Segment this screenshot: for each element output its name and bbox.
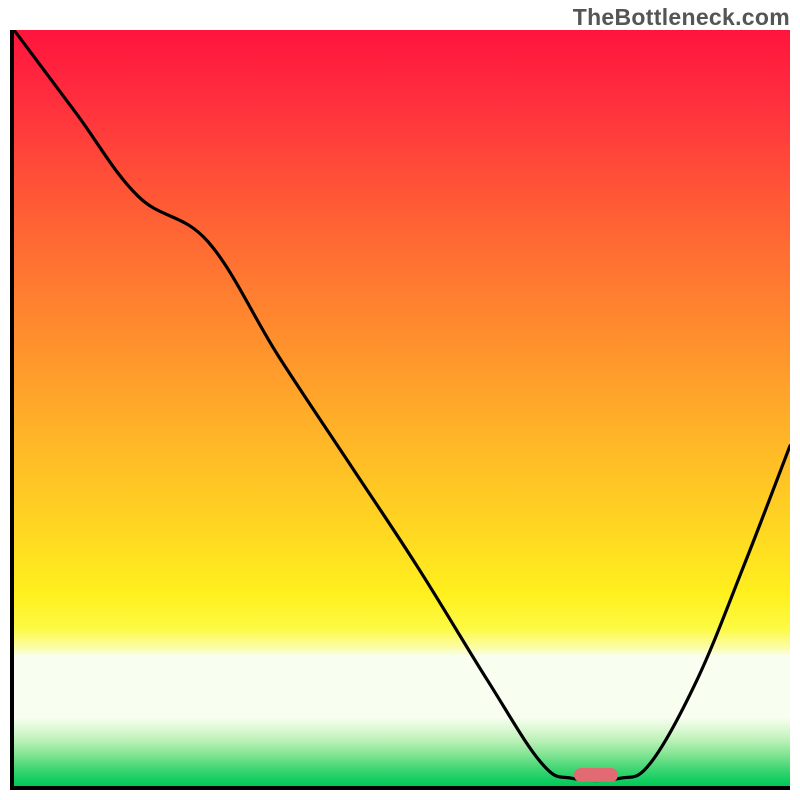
axes-frame bbox=[10, 30, 790, 790]
watermark-text: TheBottleneck.com bbox=[573, 4, 790, 31]
chart-root: TheBottleneck.com bbox=[0, 0, 800, 800]
